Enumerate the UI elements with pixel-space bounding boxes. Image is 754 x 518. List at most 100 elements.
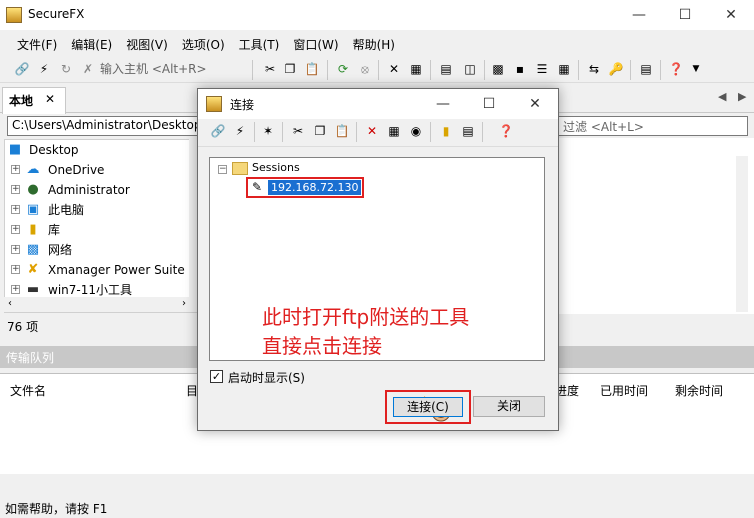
show-on-startup-checkbox[interactable]: ✓ — [210, 370, 223, 383]
user-icon: ● — [27, 182, 39, 197]
tree-item[interactable]: + ☁ OneDrive — [5, 160, 196, 180]
key-icon[interactable]: 🔑 — [608, 61, 624, 77]
tree-item[interactable]: + ▮ 库 — [5, 220, 196, 240]
tree-item[interactable]: + ● Administrator — [5, 180, 196, 200]
toolbar-separator — [578, 60, 579, 80]
menu-window[interactable]: 窗口(W) — [286, 32, 345, 57]
library-icon: ▮ — [29, 222, 37, 237]
sync-icon[interactable]: ⇆ — [586, 61, 602, 77]
expand-icon[interactable]: + — [11, 185, 20, 194]
scroll-right-arrow-icon[interactable]: › — [182, 298, 186, 309]
tree-item[interactable]: + ▣ 此电脑 — [5, 200, 196, 220]
annotation-text: 此时打开ftp附送的工具 直接点击连接 — [262, 305, 470, 358]
view-split-icon[interactable]: ◫ — [462, 61, 478, 77]
properties-icon[interactable]: ▦ — [408, 61, 424, 77]
dialog-title-bar: 连接 — ☐ ✕ — [198, 89, 558, 119]
remote-vertical-scrollbar[interactable] — [736, 156, 748, 312]
connect-icon[interactable]: 🔗 — [14, 61, 30, 77]
menu-file[interactable]: 文件(F) — [10, 32, 64, 57]
copy-icon[interactable]: ❐ — [282, 61, 298, 77]
toolbar-separator — [252, 60, 253, 80]
dialog-close-button[interactable]: ✕ — [512, 89, 558, 119]
menu-view[interactable]: 视图(V) — [119, 32, 175, 57]
cloud-icon: ☁ — [26, 162, 40, 177]
securefx-app-icon — [6, 7, 22, 23]
reconnect-icon[interactable]: ↻ — [58, 61, 74, 77]
session-icon: ✎ — [252, 180, 263, 194]
dialog-minimize-button[interactable]: — — [420, 89, 466, 119]
expand-icon[interactable]: + — [11, 205, 20, 214]
dialog-connect-icon[interactable]: 🔗 — [210, 123, 226, 139]
toolbar-separator — [660, 60, 661, 80]
expand-icon[interactable]: + — [11, 245, 20, 254]
tab-scroll-right-icon[interactable]: ▶ — [738, 90, 746, 103]
expand-icon[interactable]: + — [11, 165, 20, 174]
new-session-icon[interactable]: ✶ — [260, 123, 276, 139]
sessions-folder-label[interactable]: Sessions — [252, 161, 300, 174]
toolbar-separator — [482, 122, 483, 142]
find-icon[interactable]: ◉ — [408, 123, 424, 139]
close-dialog-button[interactable]: 关闭 — [473, 396, 545, 417]
minimize-button[interactable]: — — [616, 0, 662, 30]
maximize-button[interactable]: ☐ — [662, 0, 708, 30]
view-details-icon[interactable]: ▤ — [438, 61, 454, 77]
close-window-button[interactable]: ✕ — [708, 0, 754, 30]
stop-icon[interactable]: ⦻ — [357, 61, 373, 77]
menu-help[interactable]: 帮助(H) — [346, 32, 402, 57]
connect-button-highlight: 连接(C) — [385, 390, 471, 424]
large-icons-icon[interactable]: ▩ — [490, 61, 506, 77]
dialog-paste-icon[interactable]: 📋 — [334, 123, 350, 139]
dialog-delete-icon[interactable]: ✕ — [364, 123, 380, 139]
dialog-maximize-button[interactable]: ☐ — [466, 89, 512, 119]
tree-horizontal-scrollbar[interactable]: ‹ › — [4, 297, 197, 312]
column-header-filename[interactable]: 文件名 — [10, 382, 46, 399]
tree-item[interactable]: + ▩ 网络 — [5, 240, 196, 260]
expand-icon[interactable]: + — [11, 265, 20, 274]
tree-item[interactable]: ■ Desktop — [5, 140, 196, 160]
queue-horizontal-scrollbar[interactable] — [0, 474, 754, 489]
help-icon[interactable]: ❓ — [668, 61, 684, 77]
column-header-remaining[interactable]: 剩余时间 — [675, 382, 723, 399]
dialog-properties-icon[interactable]: ▦ — [386, 123, 402, 139]
scroll-left-arrow-icon[interactable]: ‹ — [8, 298, 12, 309]
menu-options[interactable]: 选项(O) — [175, 32, 232, 57]
dialog-title: 连接 — [230, 98, 255, 112]
dialog-quick-connect-icon[interactable]: ⚡ — [232, 123, 248, 139]
toolbar-overflow-icon[interactable]: ▼ — [688, 61, 704, 77]
collapse-icon[interactable]: − — [218, 165, 227, 174]
tree-item[interactable]: + ✘ Xmanager Power Suite 7 — [5, 260, 196, 280]
new-folder-icon[interactable]: ▮ — [438, 123, 454, 139]
log-window-icon[interactable]: ▤ — [638, 61, 654, 77]
dialog-copy-icon[interactable]: ❐ — [312, 123, 328, 139]
cut-icon[interactable]: ✂ — [262, 61, 278, 77]
close-tab-icon[interactable]: ✕ — [45, 92, 55, 106]
tab-scroll-left-icon[interactable]: ◀ — [718, 90, 726, 103]
toolbar-separator — [254, 122, 255, 142]
menu-tools[interactable]: 工具(T) — [232, 32, 287, 57]
expand-icon[interactable]: + — [11, 225, 20, 234]
quick-connect-icon[interactable]: ⚡ — [36, 61, 52, 77]
disconnect-icon[interactable]: ✗ — [80, 61, 96, 77]
quick-connect-input[interactable]: 输入主机 <Alt+R> — [100, 60, 248, 78]
session-item[interactable]: ✎ 192.168.72.130 — [246, 177, 364, 198]
filter-input[interactable]: 过滤 <Alt+L> — [558, 116, 748, 136]
list-view-icon[interactable]: ☰ — [534, 61, 550, 77]
delete-icon[interactable]: ✕ — [386, 61, 402, 77]
detail-view-icon[interactable]: ▦ — [556, 61, 572, 77]
local-path-input[interactable]: C:\Users\Administrator\Desktop — [7, 116, 199, 136]
title-bar: SecureFX — ☐ ✕ — [0, 0, 754, 30]
small-icons-icon[interactable]: ▪ — [512, 61, 528, 77]
paste-icon[interactable]: 📋 — [304, 61, 320, 77]
dialog-view-icon[interactable]: ▤ — [460, 123, 476, 139]
menu-edit[interactable]: 编辑(E) — [64, 32, 119, 57]
tab-local[interactable]: 本地 ✕ — [2, 87, 66, 114]
show-on-startup-label: 启动时显示(S) — [228, 371, 305, 385]
dialog-help-icon[interactable]: ❓ — [498, 123, 514, 139]
refresh-icon[interactable]: ⟳ — [335, 61, 351, 77]
toolbar-separator — [630, 60, 631, 80]
dialog-cut-icon[interactable]: ✂ — [290, 123, 306, 139]
expand-icon[interactable]: + — [11, 285, 20, 294]
network-icon: ▩ — [26, 242, 40, 257]
connect-button[interactable]: 连接(C) — [393, 397, 463, 417]
column-header-elapsed[interactable]: 已用时间 — [600, 382, 648, 399]
